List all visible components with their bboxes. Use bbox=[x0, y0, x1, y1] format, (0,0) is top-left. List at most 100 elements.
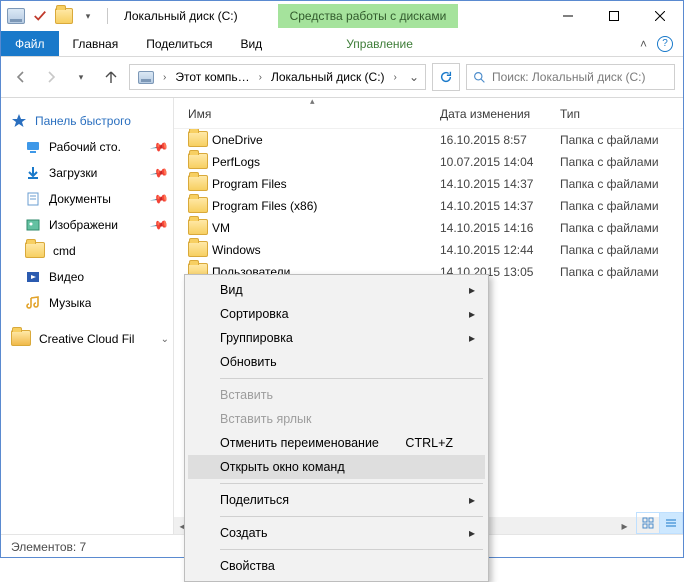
sidebar-item[interactable]: Загрузки📌 bbox=[1, 160, 173, 186]
folder-icon bbox=[55, 7, 73, 25]
status-item-count: Элементов: 7 bbox=[11, 540, 86, 554]
pin-icon: 📌 bbox=[149, 189, 169, 209]
ctx-new[interactable]: Создать▸ bbox=[188, 521, 485, 545]
ribbon-home-tab[interactable]: Главная bbox=[59, 31, 133, 56]
view-large-button[interactable] bbox=[637, 513, 659, 533]
checkmark-icon[interactable] bbox=[31, 7, 49, 25]
ctx-share[interactable]: Поделиться▸ bbox=[188, 488, 485, 512]
sidebar-item-label: Рабочий сто. bbox=[49, 140, 121, 154]
drive-icon bbox=[132, 66, 160, 88]
ctx-open-command-window[interactable]: Открыть окно команд bbox=[188, 455, 485, 479]
sidebar-quick-access[interactable]: Панель быстрого bbox=[1, 108, 173, 134]
ctx-group[interactable]: Группировка ▸ bbox=[188, 326, 485, 350]
chevron-up-icon[interactable]: ˄ bbox=[640, 37, 647, 51]
chevron-right-icon[interactable]: › bbox=[391, 72, 400, 83]
ribbon-view-tab[interactable]: Вид bbox=[226, 31, 276, 56]
context-menu: Вид▸ Сортировка▸ Группировка ▸ Обновить В… bbox=[184, 274, 489, 582]
ctx-label: Вставить ярлык bbox=[220, 412, 312, 426]
ctx-label: Открыть окно команд bbox=[220, 460, 345, 474]
chevron-down-icon[interactable]: ⌄ bbox=[161, 334, 169, 345]
ctx-label: Свойства bbox=[220, 559, 275, 573]
pin-icon: 📌 bbox=[149, 137, 169, 157]
nav-up-button[interactable] bbox=[99, 65, 123, 89]
ctx-label: Группировка bbox=[220, 331, 293, 345]
ctx-view[interactable]: Вид▸ bbox=[188, 278, 485, 302]
sidebar-item-creative-cloud[interactable]: Creative Cloud Fil ⌄ bbox=[1, 326, 173, 352]
file-type: Папка с файлами bbox=[560, 177, 683, 191]
sidebar-item[interactable]: cmd bbox=[1, 238, 173, 264]
file-date: 10.07.2015 14:04 bbox=[440, 155, 560, 169]
chevron-right-icon[interactable]: › bbox=[256, 72, 265, 83]
chevron-right-icon: ▸ bbox=[469, 283, 475, 297]
col-date[interactable]: Дата изменения bbox=[440, 107, 560, 121]
folder-icon bbox=[188, 131, 206, 149]
maximize-button[interactable] bbox=[591, 1, 637, 31]
pin-icon: 📌 bbox=[149, 215, 169, 235]
chevron-right-icon: ▸ bbox=[469, 331, 475, 345]
file-name: Program Files bbox=[212, 177, 440, 191]
close-button[interactable] bbox=[637, 1, 683, 31]
file-type: Папка с файлами bbox=[560, 199, 683, 213]
sidebar-item-label: cmd bbox=[53, 244, 76, 258]
desktop-icon bbox=[25, 139, 41, 155]
address-dropdown-icon[interactable]: ⌄ bbox=[405, 70, 423, 84]
breadcrumb-segment[interactable]: Этот компь… bbox=[169, 66, 255, 88]
chevron-right-icon: ▸ bbox=[469, 526, 475, 540]
nav-forward-button[interactable] bbox=[39, 65, 63, 89]
folder-icon bbox=[188, 197, 206, 215]
file-row[interactable]: Windows14.10.2015 12:44Папка с файлами bbox=[174, 239, 683, 261]
sidebar-item-label: Документы bbox=[49, 192, 111, 206]
file-date: 14.10.2015 14:16 bbox=[440, 221, 560, 235]
nav-back-button[interactable] bbox=[9, 65, 33, 89]
sidebar-item[interactable]: Документы 📌 bbox=[1, 186, 173, 212]
address-bar[interactable]: › Этот компь… › Локальный диск (C:) › ⌄ bbox=[129, 64, 426, 90]
file-name: Program Files (x86) bbox=[212, 199, 440, 213]
help-icon[interactable]: ? bbox=[657, 36, 673, 52]
separator bbox=[220, 483, 483, 484]
breadcrumb-segment[interactable]: Локальный диск (C:) bbox=[265, 66, 391, 88]
ctx-label: Вставить bbox=[220, 388, 273, 402]
refresh-button[interactable] bbox=[432, 63, 460, 91]
ribbon-file-tab[interactable]: Файл bbox=[1, 31, 59, 56]
file-row[interactable]: VM14.10.2015 14:16Папка с файлами bbox=[174, 217, 683, 239]
separator bbox=[220, 516, 483, 517]
column-headers[interactable]: ▴ Имя Дата изменения Тип bbox=[174, 98, 683, 129]
pin-icon: 📌 bbox=[149, 163, 169, 183]
scroll-right-button[interactable]: ▸ bbox=[616, 517, 633, 534]
drive-icon bbox=[7, 7, 25, 25]
file-row[interactable]: OneDrive16.10.2015 8:57Папка с файлами bbox=[174, 129, 683, 151]
quick-access-toolbar: ▾ bbox=[1, 7, 118, 25]
ribbon-management-tab[interactable]: Управление bbox=[316, 31, 443, 56]
col-name[interactable]: Имя bbox=[188, 107, 440, 121]
videos-icon bbox=[25, 269, 41, 285]
sidebar-item[interactable]: Рабочий сто. 📌 bbox=[1, 134, 173, 160]
folder-icon bbox=[188, 153, 206, 171]
chevron-right-icon[interactable]: › bbox=[160, 72, 169, 83]
ribbon-share-tab[interactable]: Поделиться bbox=[132, 31, 226, 56]
ctx-paste: Вставить bbox=[188, 383, 485, 407]
search-box[interactable]: Поиск: Локальный диск (C:) bbox=[466, 64, 675, 90]
sidebar-item-label: Изображени bbox=[49, 218, 118, 232]
qat-overflow-icon[interactable]: ▾ bbox=[79, 7, 97, 25]
sidebar-item[interactable]: Музыка bbox=[1, 290, 173, 316]
folder-icon bbox=[188, 219, 206, 237]
col-type[interactable]: Тип bbox=[560, 107, 679, 121]
file-row[interactable]: Program Files14.10.2015 14:37Папка с фай… bbox=[174, 173, 683, 195]
sidebar-item[interactable]: Видео bbox=[1, 264, 173, 290]
minimize-button[interactable] bbox=[545, 1, 591, 31]
file-date: 14.10.2015 12:44 bbox=[440, 243, 560, 257]
ctx-label: Поделиться bbox=[220, 493, 289, 507]
sidebar-item[interactable]: Изображени 📌 bbox=[1, 212, 173, 238]
nav-history-dropdown[interactable]: ▾ bbox=[69, 65, 93, 89]
ctx-undo-rename[interactable]: Отменить переименованиеCTRL+Z bbox=[188, 431, 485, 455]
file-row[interactable]: Program Files (x86)14.10.2015 14:37Папка… bbox=[174, 195, 683, 217]
file-type: Папка с файлами bbox=[560, 243, 683, 257]
ctx-label: Отменить переименование bbox=[220, 436, 379, 450]
file-row[interactable]: PerfLogs10.07.2015 14:04Папка с файлами bbox=[174, 151, 683, 173]
view-details-button[interactable] bbox=[659, 513, 682, 533]
file-type: Папка с файлами bbox=[560, 221, 683, 235]
contextual-tab-label[interactable]: Средства работы с дисками bbox=[278, 4, 459, 28]
ctx-refresh[interactable]: Обновить bbox=[188, 350, 485, 374]
ctx-sort[interactable]: Сортировка▸ bbox=[188, 302, 485, 326]
sidebar-item-label: Музыка bbox=[49, 296, 91, 310]
